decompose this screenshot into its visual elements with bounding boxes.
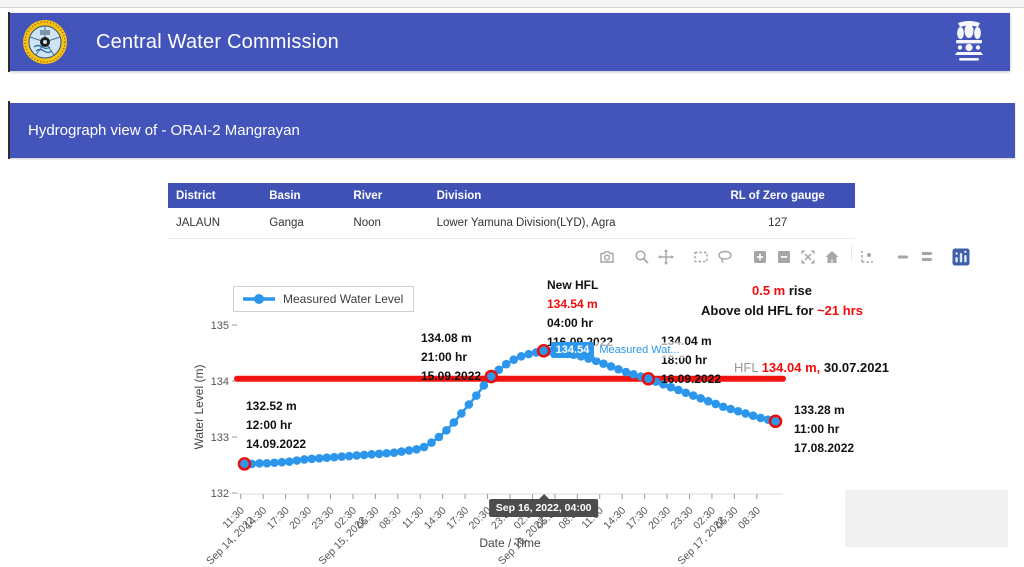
data-point[interactable] xyxy=(599,359,608,368)
y-axis-title: Water Level (m) xyxy=(192,365,206,450)
data-point[interactable] xyxy=(263,459,272,468)
data-point[interactable] xyxy=(689,391,698,400)
chart-annotation: 0.5 m riseAbove old HFL for ~21 hrs xyxy=(647,281,917,321)
data-point[interactable] xyxy=(412,445,421,454)
data-point[interactable] xyxy=(517,352,526,361)
data-point[interactable] xyxy=(397,447,406,456)
data-point[interactable] xyxy=(255,459,264,468)
x-tick-label: 14:30 xyxy=(242,505,269,532)
data-point[interactable] xyxy=(307,455,316,464)
data-point[interactable] xyxy=(278,458,287,467)
data-point[interactable] xyxy=(756,414,765,423)
data-point[interactable] xyxy=(322,453,331,462)
data-point[interactable] xyxy=(734,407,743,416)
data-point[interactable] xyxy=(352,451,361,460)
data-point[interactable] xyxy=(711,400,720,409)
hover-label: 134.54 Measured Wat... xyxy=(551,342,684,358)
data-point[interactable] xyxy=(300,455,309,464)
data-point[interactable] xyxy=(367,450,376,459)
x-tick-label: 20:30 xyxy=(646,505,673,532)
data-point[interactable] xyxy=(375,450,384,459)
page: Central Water Commission Hydrograph view… xyxy=(0,0,1024,567)
data-point[interactable] xyxy=(726,405,735,414)
data-point[interactable] xyxy=(330,453,339,462)
y-tick-label: 133 xyxy=(211,432,229,444)
data-point[interactable] xyxy=(405,446,414,455)
x-tick-label: 20:30 xyxy=(287,505,314,532)
data-point[interactable] xyxy=(337,452,346,461)
y-tick-label: 135 xyxy=(211,320,229,332)
tooltip-caret xyxy=(539,494,549,499)
data-point[interactable] xyxy=(607,362,616,371)
data-point[interactable] xyxy=(435,433,444,442)
x-axis-title: Date / Time xyxy=(479,536,540,550)
data-point[interactable] xyxy=(502,360,511,369)
data-point[interactable] xyxy=(465,400,474,409)
x-tick-label: 14:30 xyxy=(601,505,628,532)
chart-legend[interactable]: Measured Water Level xyxy=(233,286,414,312)
hover-value: 134.54 xyxy=(551,342,595,358)
data-point[interactable] xyxy=(442,426,451,435)
data-point[interactable] xyxy=(315,454,324,463)
y-tick-label: 132 xyxy=(211,488,229,500)
data-point[interactable] xyxy=(719,402,728,411)
data-point[interactable] xyxy=(360,451,369,460)
data-point[interactable] xyxy=(450,418,459,427)
data-point[interactable] xyxy=(741,409,750,418)
data-point[interactable] xyxy=(420,443,429,452)
data-point[interactable] xyxy=(524,350,533,359)
y-tick-label: 134 xyxy=(211,376,229,388)
chart-annotation: 133.28 m11:00 hr17.08.2022 xyxy=(794,401,854,458)
data-point[interactable] xyxy=(285,457,294,466)
x-tick-label: 23:30 xyxy=(310,505,337,532)
data-point[interactable] xyxy=(427,438,436,447)
chart-annotation: HFL 134.04 m, 30.07.2021 xyxy=(734,358,889,378)
chart-annotation: New HFL134.54 m04:00 hr116.09.2022 xyxy=(547,276,613,352)
legend-label: Measured Water Level xyxy=(283,292,403,306)
tooltip-text: Sep 16, 2022, 04:00 xyxy=(496,502,592,514)
data-point[interactable] xyxy=(592,357,601,366)
x-tick-label: 17:30 xyxy=(624,505,651,532)
data-point[interactable] xyxy=(622,368,631,377)
chart-annotation: 134.08 m21:00 hr15.09.2022 xyxy=(421,329,481,386)
data-point[interactable] xyxy=(270,458,279,467)
data-point[interactable] xyxy=(382,449,391,458)
chart-annotation: 132.52 m12:00 hr14.09.2022 xyxy=(246,397,306,454)
chart-annotation: 134.04 m18:00 hr16.09.2022 xyxy=(661,332,721,389)
x-tick-label: 23:30 xyxy=(669,505,696,532)
data-point[interactable] xyxy=(293,456,302,465)
x-tick-label: 08:30 xyxy=(736,505,763,532)
x-axis-tooltip: Sep 16, 2022, 04:00 xyxy=(489,499,599,517)
data-point[interactable] xyxy=(749,411,758,420)
x-tick-label: 05:30 xyxy=(713,505,740,532)
x-tick-label: 11:30 xyxy=(400,505,427,532)
data-point[interactable] xyxy=(457,409,466,418)
data-point[interactable] xyxy=(345,452,354,461)
data-point[interactable] xyxy=(390,448,399,457)
data-point[interactable] xyxy=(472,391,481,400)
x-tick-label: 17:30 xyxy=(265,505,292,532)
data-point[interactable] xyxy=(696,394,705,403)
x-tick-label: 14:30 xyxy=(422,505,449,532)
hover-series-name: Measured Wat... xyxy=(595,342,683,358)
legend-line-sample xyxy=(242,293,276,305)
data-point[interactable] xyxy=(614,365,623,374)
x-tick-label: 17:30 xyxy=(444,505,471,532)
data-point[interactable] xyxy=(681,388,690,397)
x-tick-label: 05:30 xyxy=(354,505,381,532)
x-tick-label: 08:30 xyxy=(377,505,404,532)
data-point[interactable] xyxy=(704,397,713,406)
data-point[interactable] xyxy=(509,355,518,364)
data-point[interactable] xyxy=(629,370,638,379)
